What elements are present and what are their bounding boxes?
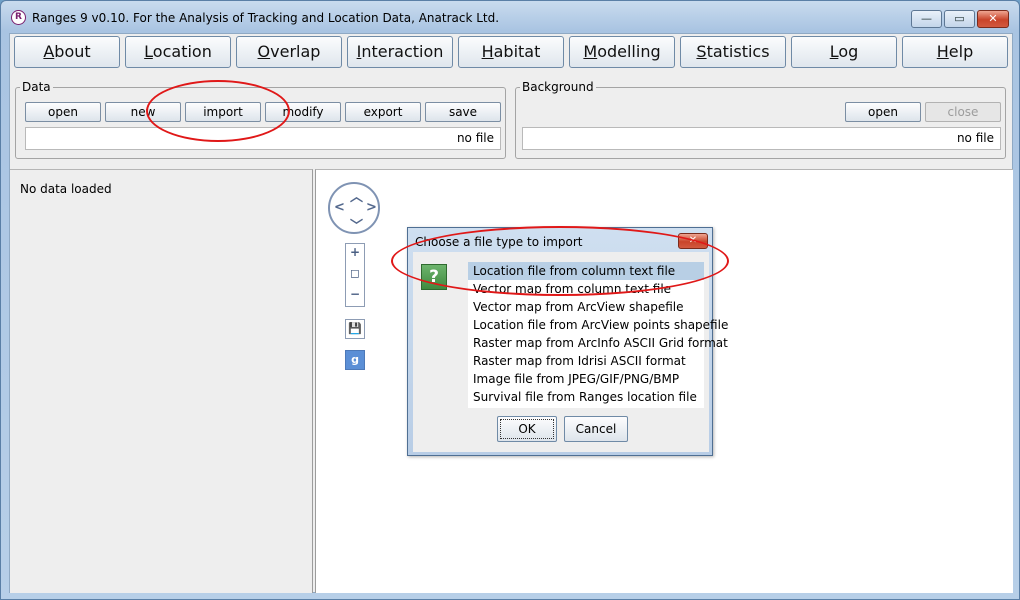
google-map-icon[interactable]: g [345, 350, 365, 370]
menu-habitat-label: abitat [493, 42, 541, 61]
menu-statistics-label: tatistics [706, 42, 770, 61]
no-data-message: No data loaded [20, 182, 112, 196]
window-title: Ranges 9 v0.10. For the Analysis of Trac… [32, 11, 500, 25]
menu-interaction-button[interactable]: Interaction [347, 36, 453, 68]
data-new-button[interactable]: new [105, 102, 181, 122]
data-import-button[interactable]: import [185, 102, 261, 122]
data-modify-button[interactable]: modify [265, 102, 341, 122]
question-icon: ? [421, 264, 447, 290]
menu-log-button[interactable]: Log [791, 36, 897, 68]
data-panel-legend: Data [20, 80, 53, 94]
dialog-title: Choose a file type to import [415, 235, 583, 249]
data-summary-pane: No data loaded [10, 169, 313, 593]
data-save-button[interactable]: save [425, 102, 501, 122]
menu-overlap-button[interactable]: Overlap [236, 36, 342, 68]
background-panel: Background open close no file [515, 80, 1006, 159]
menu-location-button[interactable]: Location [125, 36, 231, 68]
data-open-button[interactable]: open [25, 102, 101, 122]
menu-habitat-button[interactable]: Habitat [458, 36, 564, 68]
pan-up-icon[interactable]: ︿ [350, 186, 363, 205]
menu-overlap-label: verlap [270, 42, 321, 61]
ranges-app-icon: R [11, 10, 26, 25]
dialog-body: ? Location file from column text file Ve… [413, 252, 728, 452]
menu-about-label: bout [54, 42, 91, 61]
file-type-option[interactable]: Vector map from column text file [468, 280, 704, 298]
pan-down-icon[interactable]: ﹀ [350, 215, 363, 234]
menu-modelling-mnemonic: M [583, 42, 598, 61]
file-type-option[interactable]: Vector map from ArcView shapefile [468, 298, 704, 316]
file-type-option[interactable]: Location file from column text file [468, 262, 704, 280]
data-panel: Data open new import modify export save … [15, 80, 506, 159]
menu-modelling-label: odelling [597, 42, 661, 61]
minimize-button[interactable]: — [911, 10, 942, 28]
pan-right-icon[interactable]: > [366, 200, 377, 215]
menu-about-button[interactable]: About [14, 36, 120, 68]
menu-statistics-mnemonic: S [696, 42, 707, 61]
title-bar[interactable]: R Ranges 9 v0.10. For the Analysis of Tr… [1, 1, 1019, 33]
background-open-button[interactable]: open [845, 102, 921, 122]
pan-control[interactable]: ︿ ﹀ < > [328, 182, 380, 234]
menu-interaction-label: nteraction [361, 42, 444, 61]
zoom-out-icon[interactable]: − [346, 287, 364, 301]
dialog-ok-button[interactable]: OK [497, 416, 557, 442]
file-type-option[interactable]: Raster map from Idrisi ASCII format [468, 352, 704, 370]
background-panel-legend: Background [520, 80, 596, 94]
menu-modelling-button[interactable]: Modelling [569, 36, 675, 68]
dialog-cancel-button[interactable]: Cancel [564, 416, 628, 442]
zoom-in-icon[interactable]: + [346, 245, 364, 259]
zoom-control: + ◻ − [345, 243, 365, 307]
menu-statistics-button[interactable]: Statistics [680, 36, 786, 68]
app-window: R Ranges 9 v0.10. For the Analysis of Tr… [0, 0, 1020, 600]
menu-habitat-mnemonic: H [481, 42, 494, 61]
file-type-option[interactable]: Image file from JPEG/GIF/PNG/BMP [468, 370, 704, 388]
file-type-option[interactable]: Raster map from ArcInfo ASCII Grid forma… [468, 334, 728, 352]
import-file-type-dialog: Choose a file type to import ✕ ? Locatio… [407, 227, 728, 456]
file-type-list[interactable]: Location file from column text file Vect… [468, 262, 728, 408]
file-type-option[interactable]: Location file from ArcView points shapef… [468, 316, 728, 334]
dialog-close-button[interactable]: ✕ [678, 233, 708, 249]
background-file-status: no file [522, 127, 1001, 150]
menu-help-label: elp [948, 42, 974, 61]
data-export-button[interactable]: export [345, 102, 421, 122]
pan-left-icon[interactable]: < [334, 200, 345, 215]
background-close-button[interactable]: close [925, 102, 1001, 122]
data-file-status: no file [25, 127, 501, 150]
maximize-button[interactable]: ▭ [944, 10, 975, 28]
main-menu-bar: About Location Overlap Interaction Habit… [10, 34, 1012, 74]
menu-about-mnemonic: A [43, 42, 55, 61]
menu-overlap-mnemonic: O [257, 42, 271, 61]
menu-log-label: og [838, 42, 859, 61]
close-window-button[interactable]: ✕ [977, 10, 1009, 28]
menu-location-mnemonic: L [144, 42, 153, 61]
save-map-icon[interactable]: 💾 [345, 319, 365, 339]
file-type-option[interactable]: Survival file from Ranges location file [468, 388, 704, 406]
zoom-reset-icon[interactable]: ◻ [346, 266, 364, 280]
menu-location-label: ocation [152, 42, 212, 61]
menu-help-button[interactable]: Help [902, 36, 1008, 68]
menu-help-mnemonic: H [936, 42, 949, 61]
